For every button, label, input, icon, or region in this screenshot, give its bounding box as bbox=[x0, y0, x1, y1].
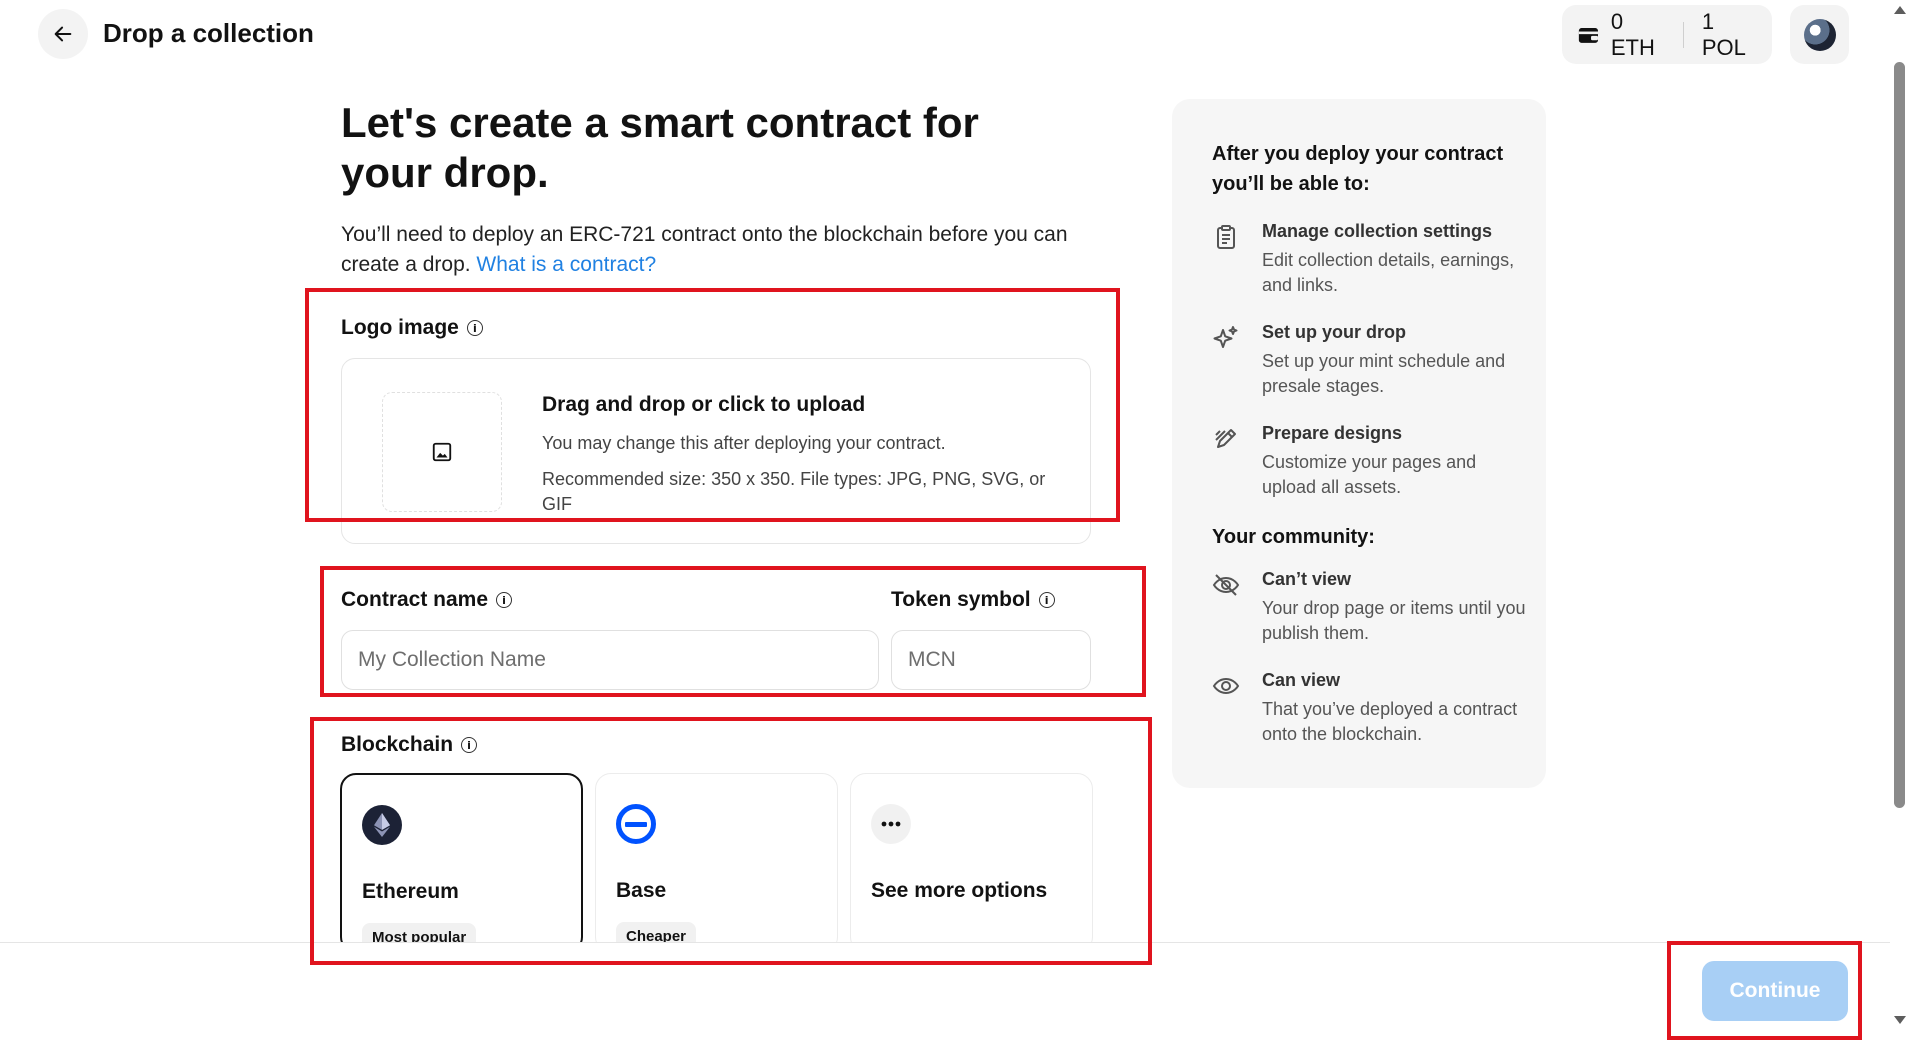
feature-prepare-designs: Prepare designs Customize your pages and… bbox=[1212, 423, 1506, 500]
page-title: Drop a collection bbox=[103, 18, 314, 48]
back-button[interactable] bbox=[38, 9, 88, 59]
upload-title: Drag and drop or click to upload bbox=[542, 393, 866, 416]
feature-title: Manage collection settings bbox=[1262, 221, 1493, 241]
clipboard-icon bbox=[1217, 225, 1235, 249]
main-content: Let's create a smart contract for your d… bbox=[341, 98, 1091, 280]
token-symbol-input[interactable] bbox=[891, 630, 1091, 690]
headline: Let's create a smart contract for your d… bbox=[341, 99, 979, 196]
chain-option-ethereum[interactable]: Ethereum Most popular bbox=[340, 773, 583, 953]
feature-title: Can’t view bbox=[1262, 569, 1352, 589]
chain-name: Ethereum bbox=[362, 880, 459, 903]
intro-body: You’ll need to deploy an ERC-721 contrac… bbox=[341, 223, 1068, 276]
info-icon[interactable]: i bbox=[496, 592, 513, 608]
info-panel-title: After you deploy your contract you’ll be… bbox=[1212, 143, 1504, 195]
feature-title: Can view bbox=[1262, 670, 1341, 690]
intro-text: You’ll need to deploy an ERC-721 contrac… bbox=[341, 220, 1101, 280]
chain-name: See more options bbox=[871, 879, 1048, 902]
eye-off-icon bbox=[1212, 574, 1240, 596]
chain-option-more[interactable]: See more options bbox=[850, 773, 1093, 953]
base-icon bbox=[616, 804, 656, 844]
ethereum-icon bbox=[362, 805, 402, 845]
community-can-view: Can view That you’ve deployed a contract… bbox=[1212, 670, 1517, 747]
info-icon[interactable]: i bbox=[1038, 592, 1055, 608]
contract-name-label: Contract name i bbox=[341, 588, 513, 612]
feature-desc: Customize your pages and upload all asse… bbox=[1262, 452, 1477, 497]
token-symbol-label: Token symbol i bbox=[891, 588, 1055, 612]
info-panel: After you deploy your contract you’ll be… bbox=[1172, 99, 1546, 788]
upload-recommendation: Recommended size: 350 x 350. File types:… bbox=[542, 469, 1046, 514]
contract-name-input[interactable] bbox=[341, 630, 879, 690]
continue-button[interactable]: Continue bbox=[1702, 961, 1848, 1021]
chain-name: Base bbox=[616, 879, 667, 902]
top-bar: Drop a collection 0 ETH 1 POL bbox=[0, 0, 1890, 70]
community-cant-view: Can’t view Your drop page or items until… bbox=[1212, 569, 1526, 646]
feature-manage-settings: Manage collection settings Edit collecti… bbox=[1212, 221, 1514, 298]
token-symbol-label-text: Token symbol bbox=[891, 588, 1031, 611]
contract-name-label-text: Contract name bbox=[341, 588, 489, 611]
footer-bar bbox=[0, 943, 1890, 1040]
logo-image-label: Logo image i bbox=[341, 316, 483, 340]
eth-balance: 0 ETH bbox=[1610, 8, 1655, 60]
upload-note: You may change this after deploying your… bbox=[542, 433, 946, 453]
profile-button[interactable] bbox=[1790, 5, 1849, 64]
wallet-balance[interactable]: 0 ETH 1 POL bbox=[1562, 5, 1772, 64]
scroll-up-arrow[interactable] bbox=[1894, 6, 1906, 14]
blockchain-label: Blockchain i bbox=[341, 733, 478, 757]
arrow-left-icon bbox=[54, 26, 72, 42]
avatar bbox=[1803, 18, 1836, 51]
divider bbox=[1682, 21, 1684, 48]
blockchain-label-text: Blockchain bbox=[341, 733, 454, 756]
feature-title: Prepare designs bbox=[1262, 423, 1403, 443]
eye-icon bbox=[1212, 677, 1240, 695]
chain-option-base[interactable]: Base Cheaper bbox=[595, 773, 838, 953]
more-icon bbox=[871, 804, 911, 844]
feature-desc: That you’ve deployed a contract onto the… bbox=[1262, 699, 1518, 744]
sparkle-icon bbox=[1213, 326, 1238, 348]
scroll-down-arrow[interactable] bbox=[1894, 1016, 1906, 1024]
info-icon[interactable]: i bbox=[466, 320, 483, 336]
wallet-icon bbox=[1578, 27, 1598, 43]
scroll-thumb[interactable] bbox=[1894, 62, 1905, 808]
image-icon bbox=[432, 442, 452, 462]
community-title: Your community: bbox=[1212, 526, 1375, 548]
feature-title: Set up your drop bbox=[1262, 322, 1406, 342]
feature-desc: Edit collection details, earnings, and l… bbox=[1262, 250, 1515, 295]
logo-upload-dropzone[interactable]: Drag and drop or click to upload You may… bbox=[341, 358, 1091, 544]
what-is-contract-link[interactable]: What is a contract? bbox=[476, 253, 656, 276]
pol-balance: 1 POL bbox=[1701, 8, 1746, 60]
feature-setup-drop: Set up your drop Set up your mint schedu… bbox=[1212, 322, 1506, 399]
upload-thumbnail bbox=[382, 392, 502, 512]
feature-desc: Set up your mint schedule and presale st… bbox=[1262, 351, 1506, 396]
pen-icon bbox=[1215, 429, 1236, 448]
logo-image-label-text: Logo image bbox=[341, 316, 459, 339]
feature-desc: Your drop page or items until you publis… bbox=[1262, 598, 1526, 643]
info-icon[interactable]: i bbox=[461, 737, 478, 753]
scrollbar[interactable] bbox=[1890, 0, 1910, 1040]
